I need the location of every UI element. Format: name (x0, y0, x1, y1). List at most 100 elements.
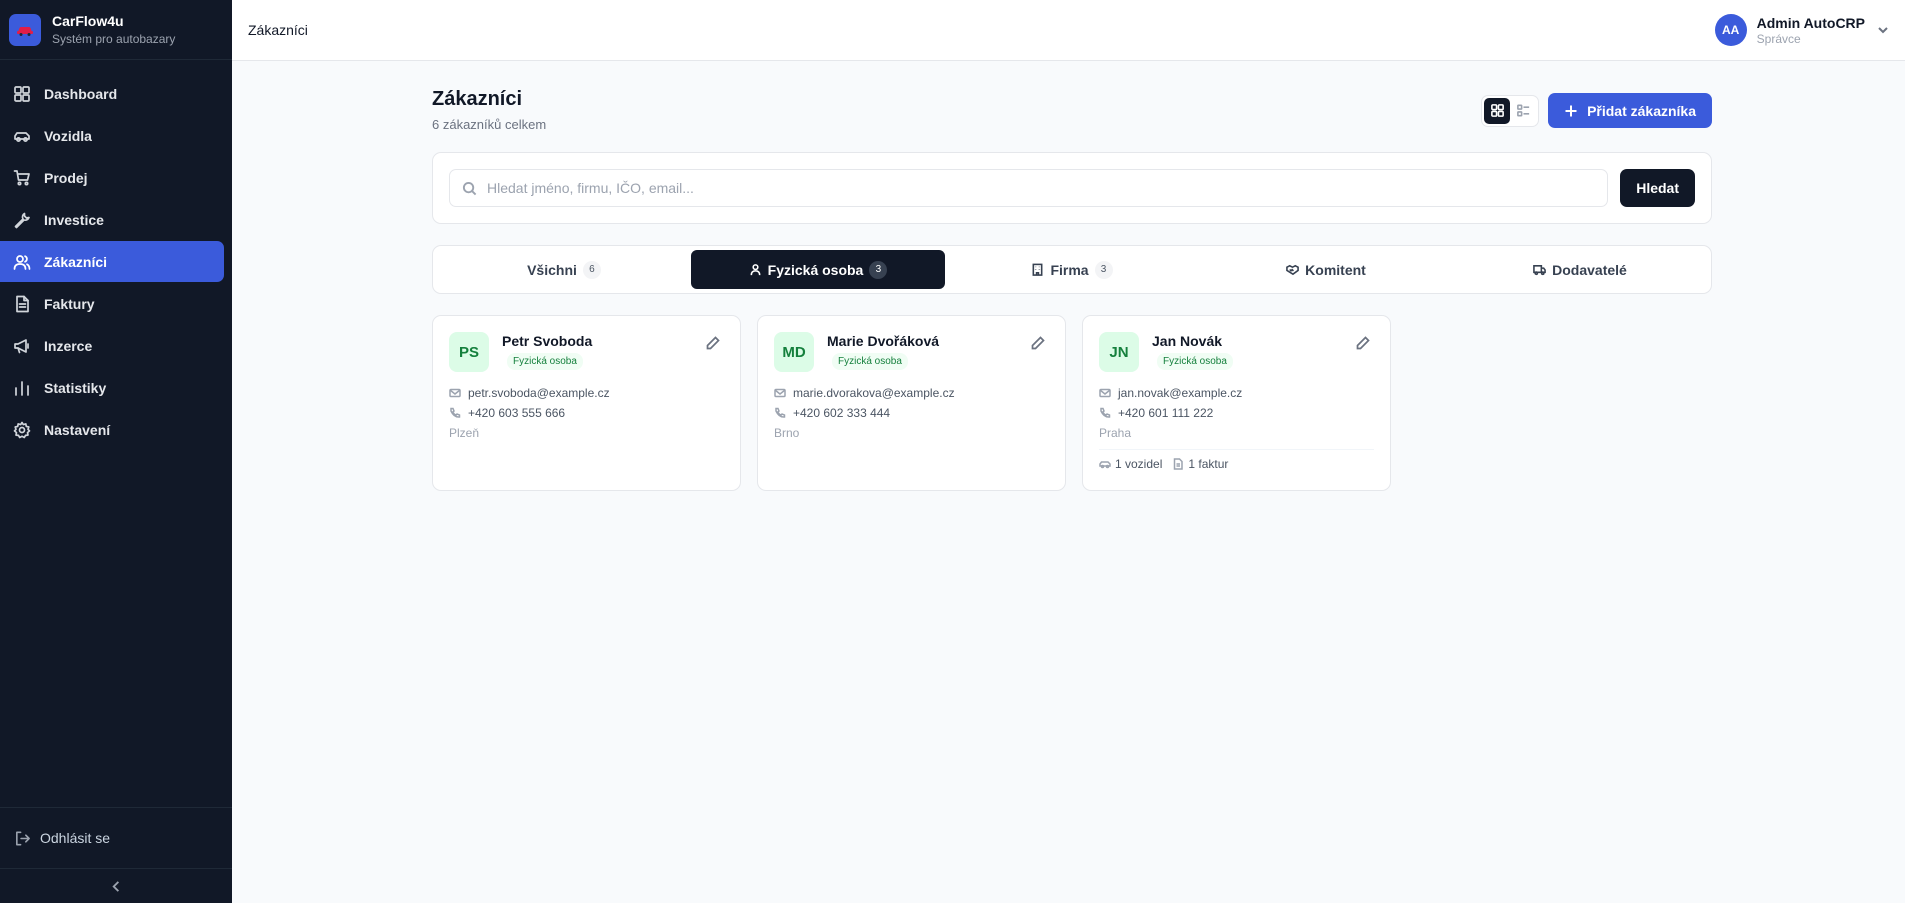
tab-label: Dodavatelé (1552, 261, 1627, 278)
sidebar-item-label: Dashboard (44, 85, 118, 102)
sidebar-item-label: Faktury (44, 295, 95, 312)
logout-icon (16, 831, 30, 845)
invoice-count: 1 faktur (1172, 457, 1228, 471)
customer-card[interactable]: MD Marie Dvořáková Fyzická osoba marie.d… (757, 315, 1066, 491)
sidebar-item-label: Prodej (44, 169, 88, 186)
invoice-count-label: 1 faktur (1188, 457, 1229, 471)
customer-type-badge: Fyzická osoba (832, 353, 908, 370)
customer-phone-row: +420 601 111 222 (1099, 406, 1374, 420)
customer-card[interactable]: JN Jan Novák Fyzická osoba jan.novak@exa… (1082, 315, 1391, 491)
sidebar-item-label: Vozidla (44, 127, 92, 144)
grid-icon (1490, 104, 1504, 117)
customer-initials: JN (1099, 332, 1139, 372)
search-panel: Hledat (432, 152, 1712, 224)
customer-type-tabs: Všichni 6 Fyzická osoba 3 Firma 3 Komite… (432, 245, 1712, 294)
sidebar: CarFlow4u Systém pro autobazary Dashboar… (0, 0, 232, 903)
mail-icon (449, 388, 461, 398)
sidebar-collapse-button[interactable] (0, 868, 232, 903)
topbar-title: Zákazníci (248, 22, 308, 38)
user-role: Správce (1756, 31, 1801, 46)
customer-name: Jan Novák (1152, 333, 1223, 349)
search-input[interactable] (487, 180, 1596, 196)
sidebar-item-faktury[interactable]: Faktury (0, 283, 224, 324)
logout-button[interactable]: Odhlásit se (0, 807, 232, 868)
customer-type-badge: Fyzická osoba (507, 353, 583, 370)
avatar: AA (1714, 14, 1747, 46)
customer-city: Brno (774, 426, 800, 440)
users-icon (13, 254, 31, 270)
tab-dodavatele[interactable]: Dodavatelé (1453, 250, 1707, 289)
customer-name: Petr Svoboda (502, 333, 593, 349)
tab-label: Komitent (1305, 261, 1366, 278)
app-subtitle: Systém pro autobazary (52, 32, 176, 46)
tab-label: Firma (1050, 261, 1089, 278)
grid-view-button[interactable] (1484, 97, 1511, 124)
tab-vsichni[interactable]: Všichni 6 (437, 250, 691, 289)
tab-firma[interactable]: Firma 3 (945, 250, 1199, 289)
car-icon (1099, 461, 1111, 469)
customer-phone-row: +420 603 555 666 (449, 406, 724, 420)
megaphone-icon (14, 338, 29, 353)
list-icon (1516, 104, 1529, 117)
list-view-button[interactable] (1510, 98, 1536, 124)
phone-icon (450, 407, 461, 418)
tab-komitent[interactable]: Komitent (1199, 250, 1453, 289)
add-customer-label: Přidat zákazníka (1587, 102, 1696, 119)
customer-card[interactable]: PS Petr Svoboda Fyzická osoba petr.svobo… (432, 315, 741, 491)
sidebar-item-label: Zákazníci (44, 253, 108, 270)
customer-stats: 1 vozidel 1 faktur (1099, 449, 1374, 471)
handshake-icon (1286, 264, 1300, 276)
customer-email-row: petr.svoboda@example.cz (449, 386, 724, 400)
building-icon (1032, 263, 1043, 276)
user-icon (750, 264, 761, 276)
user-menu[interactable]: AA Admin AutoCRP Správce (1714, 14, 1889, 46)
sidebar-footer: Odhlásit se (0, 807, 232, 903)
plus-icon (1565, 105, 1577, 116)
phone-icon (1100, 407, 1111, 418)
customer-email: marie.dvorakova@example.cz (793, 386, 955, 400)
user-name: Admin AutoCRP (1756, 14, 1865, 31)
customer-type-badge: Fyzická osoba (1157, 353, 1233, 370)
edit-icon[interactable] (1031, 336, 1045, 350)
customer-initials: MD (774, 332, 814, 372)
brand[interactable]: CarFlow4u Systém pro autobazary (0, 0, 232, 60)
add-customer-button[interactable]: Přidat zákazníka (1548, 93, 1712, 128)
bar-chart-icon (15, 380, 29, 396)
tab-count: 6 (582, 260, 601, 279)
customer-initials: PS (449, 332, 489, 372)
car-icon (14, 131, 30, 142)
sidebar-item-label: Nastavení (44, 421, 111, 438)
tab-label: Fyzická osoba (767, 261, 864, 278)
sidebar-item-dashboard[interactable]: Dashboard (0, 73, 224, 114)
mail-icon (774, 388, 786, 398)
sidebar-nav: Dashboard Vozidla Prodej Investice Zákaz… (0, 60, 232, 450)
customer-phone: +420 601 111 222 (1118, 406, 1214, 420)
search-box (449, 169, 1609, 207)
truck-icon (1533, 264, 1547, 276)
customer-city: Plzeň (449, 426, 480, 440)
phone-icon (775, 407, 786, 418)
customer-email: jan.novak@example.cz (1118, 386, 1243, 400)
search-icon (462, 181, 477, 195)
tab-count: 3 (869, 260, 888, 279)
customer-email-row: jan.novak@example.cz (1099, 386, 1374, 400)
edit-icon[interactable] (706, 336, 720, 350)
search-button[interactable]: Hledat (1620, 169, 1695, 207)
chevron-left-icon (111, 880, 119, 892)
sidebar-item-investice[interactable]: Investice (0, 199, 224, 240)
sidebar-item-statistiky[interactable]: Statistiky (0, 367, 224, 408)
sidebar-item-prodej[interactable]: Prodej (0, 157, 224, 198)
document-icon (1174, 458, 1184, 470)
page-header: Zákazníci 6 zákazníků celkem Přidat záka… (432, 88, 1712, 132)
app-name: CarFlow4u (52, 13, 124, 29)
logout-label: Odhlásit se (40, 830, 111, 846)
edit-icon[interactable] (1356, 336, 1370, 350)
car-logo-icon (9, 13, 41, 46)
sidebar-item-zakaznici[interactable]: Zákazníci (0, 241, 224, 282)
customer-phone: +420 603 555 666 (468, 406, 566, 420)
tab-fyzicka-osoba[interactable]: Fyzická osoba 3 (691, 250, 945, 289)
sidebar-item-nastaveni[interactable]: Nastavení (0, 409, 224, 450)
sidebar-item-inzerce[interactable]: Inzerce (0, 325, 224, 366)
topbar: Zákazníci AA Admin AutoCRP Správce (232, 0, 1905, 61)
sidebar-item-vozidla[interactable]: Vozidla (0, 115, 224, 156)
